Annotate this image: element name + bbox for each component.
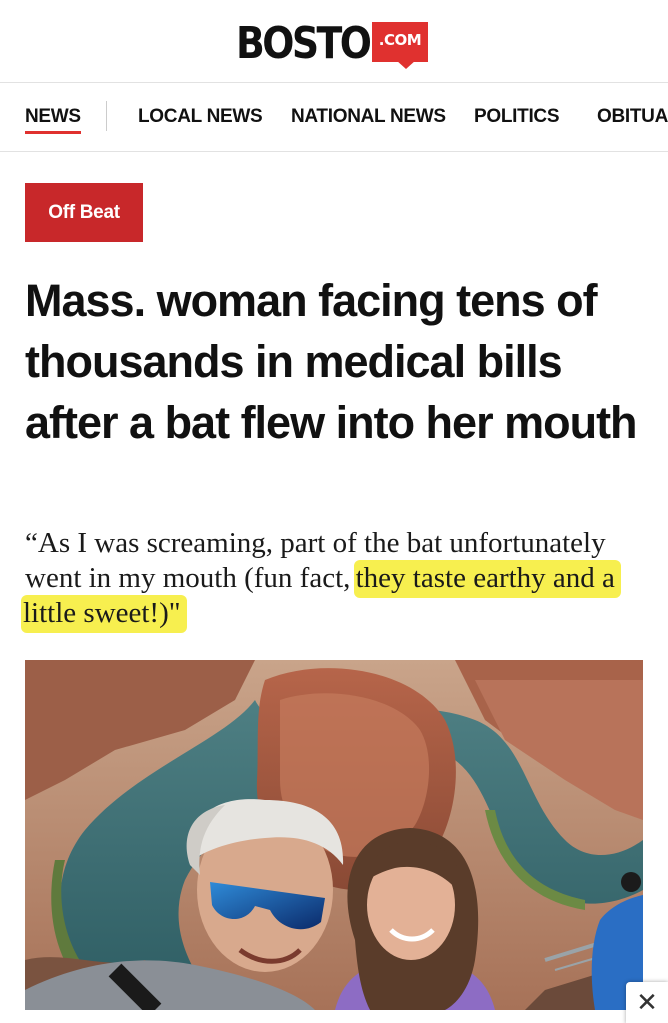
- logo-badge: .COM: [372, 22, 428, 69]
- logo-badge-text: .COM: [378, 31, 422, 49]
- article-headline: Mass. woman facing tens of thousands in …: [25, 275, 638, 448]
- hero-image[interactable]: [25, 660, 643, 1010]
- nav-item-local-news[interactable]: LOCAL NEWS: [138, 105, 263, 129]
- close-icon[interactable]: ✕: [626, 982, 668, 1023]
- site-logo[interactable]: BOSTON .COM: [236, 18, 428, 78]
- article-dek: “As I was screaming, part of the bat unf…: [21, 526, 655, 633]
- nav-divider: [106, 101, 107, 131]
- site-header: BOSTON .COM: [0, 0, 668, 83]
- hero-image-illustration: [25, 660, 643, 1010]
- nav-item-obituaries[interactable]: OBITUAR: [597, 105, 668, 129]
- nav-item-national-news[interactable]: NATIONAL NEWS: [291, 105, 446, 129]
- section-tag[interactable]: Off Beat: [25, 183, 143, 242]
- main-nav: NEWS LOCAL NEWS NATIONAL NEWS POLITICS O…: [0, 83, 668, 152]
- logo-wordmark: BOSTON: [236, 18, 401, 69]
- logo-badge-tail: [396, 60, 416, 69]
- nav-item-news[interactable]: NEWS: [25, 105, 81, 134]
- nav-item-politics[interactable]: POLITICS: [474, 105, 560, 129]
